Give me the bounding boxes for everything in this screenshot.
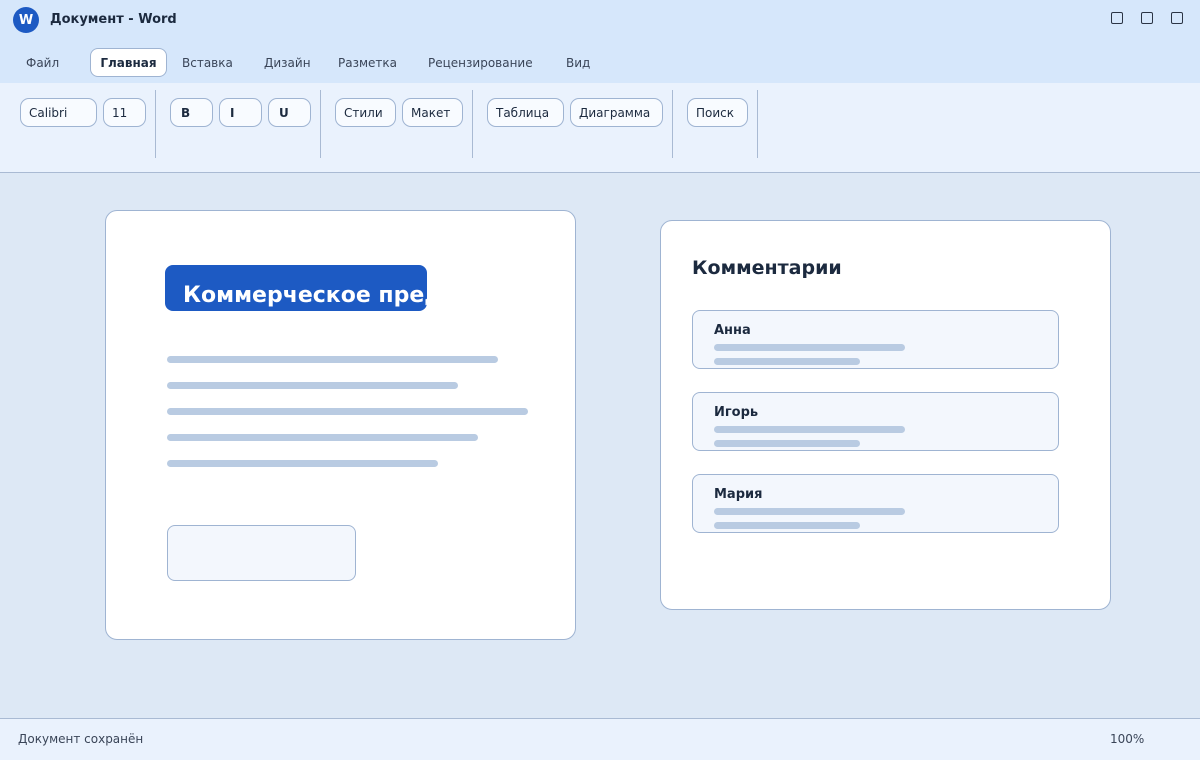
ribbon-divider — [472, 90, 473, 158]
maximize-icon[interactable] — [1141, 12, 1153, 24]
text-line-placeholder — [167, 434, 478, 441]
ribbon-tabs: Файл Главная Вставка Дизайн Разметка Рец… — [0, 38, 1200, 83]
comment-card[interactable]: Анна — [692, 310, 1059, 369]
ribbon-toolbar: Calibri 11 B I U Стили Макет Таблица Диа… — [0, 83, 1200, 173]
font-name-select[interactable]: Calibri — [20, 98, 97, 127]
document-heading[interactable]: Коммерческое предложение — [165, 265, 427, 311]
title-bar: W Документ - Word — [0, 0, 1200, 38]
text-line-placeholder — [167, 356, 498, 363]
styles-button[interactable]: Стили — [335, 98, 396, 127]
layout-button[interactable]: Макет — [402, 98, 463, 127]
comments-panel: Комментарии Анна Игорь Мария — [660, 220, 1111, 610]
tab-home[interactable]: Главная — [90, 48, 167, 77]
comment-text-placeholder — [714, 344, 905, 351]
comment-card[interactable]: Игорь — [692, 392, 1059, 451]
comment-author: Игорь — [714, 405, 759, 420]
underline-button[interactable]: U — [268, 98, 311, 127]
comment-author: Мария — [714, 487, 763, 502]
tab-design[interactable]: Дизайн — [256, 48, 319, 77]
save-status: Документ сохранён — [18, 732, 144, 746]
text-line-placeholder — [167, 382, 458, 389]
window-title: Документ - Word — [50, 12, 177, 27]
comment-text-placeholder — [714, 522, 860, 529]
text-line-placeholder — [167, 460, 438, 467]
font-size-select[interactable]: 11 — [103, 98, 146, 127]
document-content-box[interactable] — [167, 525, 356, 581]
search-button[interactable]: Поиск — [687, 98, 748, 127]
ribbon-divider — [155, 90, 156, 158]
tab-view[interactable]: Вид — [558, 48, 598, 77]
comments-title: Комментарии — [692, 257, 842, 279]
document-page[interactable]: Коммерческое предложение — [105, 210, 576, 640]
tab-review[interactable]: Рецензирование — [420, 48, 541, 77]
comment-text-placeholder — [714, 440, 860, 447]
ribbon-divider — [757, 90, 758, 158]
ribbon-divider — [672, 90, 673, 158]
bold-button[interactable]: B — [170, 98, 213, 127]
word-app-icon: W — [13, 7, 39, 33]
tab-file[interactable]: Файл — [18, 48, 67, 77]
chart-button[interactable]: Диаграмма — [570, 98, 663, 127]
minimize-icon[interactable] — [1111, 12, 1123, 24]
comment-text-placeholder — [714, 358, 860, 365]
comment-text-placeholder — [714, 508, 905, 515]
status-bar: Документ сохранён 100% — [0, 718, 1200, 760]
comment-author: Анна — [714, 323, 751, 338]
comment-card[interactable]: Мария — [692, 474, 1059, 533]
close-icon[interactable] — [1171, 12, 1183, 24]
zoom-level[interactable]: 100% — [1110, 732, 1144, 746]
italic-button[interactable]: I — [219, 98, 262, 127]
text-line-placeholder — [167, 408, 528, 415]
tab-layout[interactable]: Разметка — [330, 48, 405, 77]
comment-text-placeholder — [714, 426, 905, 433]
tab-insert[interactable]: Вставка — [174, 48, 241, 77]
table-button[interactable]: Таблица — [487, 98, 564, 127]
ribbon-divider — [320, 90, 321, 158]
